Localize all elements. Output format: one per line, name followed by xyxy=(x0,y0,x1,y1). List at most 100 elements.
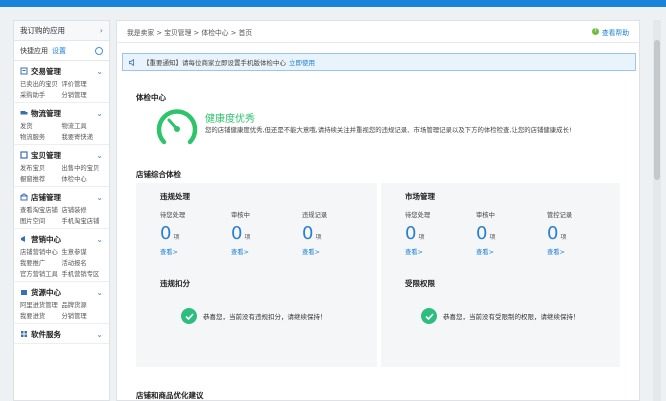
sidebar-section-title[interactable]: 店铺管理 ⌄ xyxy=(20,191,103,203)
quick-apps-setting-link[interactable]: 设置 xyxy=(52,47,66,55)
stat-view-link[interactable]: 查看> xyxy=(160,247,185,256)
violation-stat-pending: 待您处理 0项 查看> xyxy=(160,210,185,256)
sidebar-header[interactable]: 我订购的应用 › xyxy=(14,21,109,41)
violation-stat-record: 违规记录 0项 查看> xyxy=(302,210,327,256)
sidebar-link[interactable]: 已卖出的宝贝 xyxy=(20,79,62,88)
sidebar-link[interactable]: 我要寄快递 xyxy=(62,132,104,141)
stat-unit: 项 xyxy=(489,234,496,241)
stat-unit: 项 xyxy=(315,234,322,241)
sidebar-section-title[interactable]: 货源中心 ⌄ xyxy=(20,286,103,298)
breadcrumb-bar: 我是卖家 > 宝贝管理 > 体检中心 > 首页 ? 查看帮助 xyxy=(117,21,639,43)
stat-value: 0 xyxy=(160,223,172,244)
notice-link[interactable]: 立即使用 xyxy=(289,57,315,67)
stat-unit: 项 xyxy=(560,234,567,241)
section-title-suggest: 店铺和商品优化建议 xyxy=(136,391,204,400)
violation-stat-review: 审核中 0项 查看> xyxy=(231,210,250,256)
sidebar-link[interactable]: 发货 xyxy=(20,121,62,130)
stat-view-link[interactable]: 查看> xyxy=(302,247,327,256)
limit-title: 受限权限 xyxy=(405,279,435,288)
breadcrumb[interactable]: 我是卖家 > 宝贝管理 > 体检中心 > 首页 xyxy=(127,27,252,37)
page-scrollbar[interactable] xyxy=(653,20,661,401)
sidebar-link[interactable]: 品牌货源 xyxy=(62,300,104,309)
sidebar-link[interactable]: 阿里进货管理 xyxy=(20,300,62,309)
sidebar-link[interactable]: 店铺营销中心 xyxy=(20,247,62,256)
sidebar-link[interactable]: 我要推广 xyxy=(20,258,62,267)
help-label: 查看帮助 xyxy=(601,28,629,37)
chevron-right-icon: › xyxy=(99,26,103,35)
truck-icon xyxy=(20,111,28,115)
limit-message: 恭喜您，当前没有受限制的权限，请继续保持！ xyxy=(443,313,580,321)
chevron-down-icon: ⌄ xyxy=(96,234,103,244)
sidebar-link[interactable]: 橱窗推荐 xyxy=(20,174,62,183)
sidebar-header-label: 我订购的应用 xyxy=(20,26,65,35)
sidebar-section-label: 店铺管理 xyxy=(31,192,61,202)
sidebar-section-label: 宝贝管理 xyxy=(31,150,61,160)
chevron-down-icon: ⌄ xyxy=(96,287,103,297)
stat-unit: 项 xyxy=(173,234,180,241)
sidebar-link[interactable]: 物流服务 xyxy=(20,132,62,141)
chevron-down-icon: ⌄ xyxy=(96,108,103,118)
sidebar-link[interactable]: 采购助手 xyxy=(20,90,62,99)
sidebar-link[interactable]: 查看淘宝店铺 xyxy=(20,205,62,214)
sidebar-section-title[interactable]: 宝贝管理 ⌄ xyxy=(20,149,103,161)
top-bar xyxy=(0,0,666,7)
grid-icon xyxy=(21,331,27,337)
quick-apps: 快捷应用 设置 xyxy=(14,41,109,61)
sidebar-section-title[interactable]: 软件服务 ⌄ xyxy=(20,328,103,340)
sidebar-link[interactable]: 店铺装修 xyxy=(62,205,104,214)
sidebar-link[interactable]: 我要进货 xyxy=(20,311,62,320)
sidebar-link[interactable]: 手机营销专区 xyxy=(62,269,104,278)
health-description: 您的店铺健康度优秀,但还是不能大意哦,请持续关注并重视您的违规记录、市场管理记录… xyxy=(205,126,572,134)
sidebar-section-label: 软件服务 xyxy=(31,329,61,339)
sidebar-section-marketing: 营销中心 ⌄ 店铺营销中心 生意参谋 我要推广 活动报名 官方营销工具 手机营销… xyxy=(14,229,109,282)
stat-view-link[interactable]: 查看> xyxy=(547,247,572,256)
deduct-message: 恭喜您，当前没有违规扣分，请继续保持！ xyxy=(203,313,327,321)
sidebar-link[interactable]: 出售中的宝贝 xyxy=(62,163,104,172)
sidebar-link[interactable]: 评价管理 xyxy=(62,79,104,88)
section-title-check: 体检中心 xyxy=(136,93,166,102)
sidebar-link[interactable]: 发布宝贝 xyxy=(20,163,62,172)
stat-view-link[interactable]: 查看> xyxy=(231,247,250,256)
sidebar-section-title[interactable]: 交易管理 ⌄ xyxy=(20,65,103,77)
violation-title: 违规处理 xyxy=(160,192,190,201)
quick-apps-label: 快捷应用 xyxy=(20,46,48,55)
sidebar-link[interactable]: 分销管理 xyxy=(62,311,104,320)
stat-value: 0 xyxy=(547,223,559,244)
stat-unit: 项 xyxy=(418,234,425,241)
sidebar-link[interactable]: 图片空间 xyxy=(20,216,62,225)
stat-value: 0 xyxy=(231,223,243,244)
deduct-status: 恭喜您，当前没有违规扣分，请继续保持！ xyxy=(181,308,327,324)
gauge-icon xyxy=(156,109,198,145)
stat-view-link[interactable]: 查看> xyxy=(476,247,495,256)
sidebar: 我订购的应用 › 快捷应用 设置 交易管理 ⌄ 已卖出的宝贝 评价管理 采购助手 … xyxy=(13,20,110,401)
market-title: 市场管理 xyxy=(405,192,435,201)
sidebar-section-title[interactable]: 营销中心 ⌄ xyxy=(20,233,103,245)
sidebar-link[interactable]: 物流工具 xyxy=(62,121,104,130)
stat-label: 审核中 xyxy=(231,212,250,219)
sidebar-link[interactable]: 手机淘宝店铺 xyxy=(62,216,104,225)
section-title-overall: 店铺综合体检 xyxy=(136,170,181,179)
deduct-title: 违规扣分 xyxy=(160,279,190,288)
main-panel: 我是卖家 > 宝贝管理 > 体检中心 > 首页 ? 查看帮助 【重要通知】请每位商… xyxy=(116,20,640,401)
sidebar-link[interactable]: 官方营销工具 xyxy=(20,269,62,278)
stat-view-link[interactable]: 查看> xyxy=(405,247,430,256)
scrollbar-thumb[interactable] xyxy=(654,40,660,180)
sidebar-link[interactable]: 活动报名 xyxy=(62,258,104,267)
sidebar-section-items: 宝贝管理 ⌄ 发布宝贝 出售中的宝贝 橱窗推荐 体检中心 xyxy=(14,145,109,187)
stat-label: 待您处理 xyxy=(405,212,431,219)
sidebar-link[interactable]: 生意参谋 xyxy=(62,247,104,256)
sidebar-section-title[interactable]: 物流管理 ⌄ xyxy=(20,107,103,119)
help-link[interactable]: ? 查看帮助 xyxy=(591,27,629,37)
stat-value: 0 xyxy=(405,223,417,244)
sidebar-link[interactable]: 体检中心 xyxy=(62,174,104,183)
sidebar-section-label: 物流管理 xyxy=(31,108,61,118)
sidebar-link[interactable]: 分销管理 xyxy=(62,90,104,99)
gear-icon[interactable] xyxy=(95,46,103,55)
check-icon xyxy=(181,308,197,324)
chevron-down-icon: ⌄ xyxy=(96,192,103,202)
shop-icon xyxy=(20,193,28,201)
megaphone-icon xyxy=(21,236,25,242)
notice-bar: 【重要通知】请每位商家立即设置手机版体检中心 立即使用 xyxy=(122,53,636,71)
stat-unit: 项 xyxy=(244,234,251,241)
speaker-icon xyxy=(129,58,134,66)
